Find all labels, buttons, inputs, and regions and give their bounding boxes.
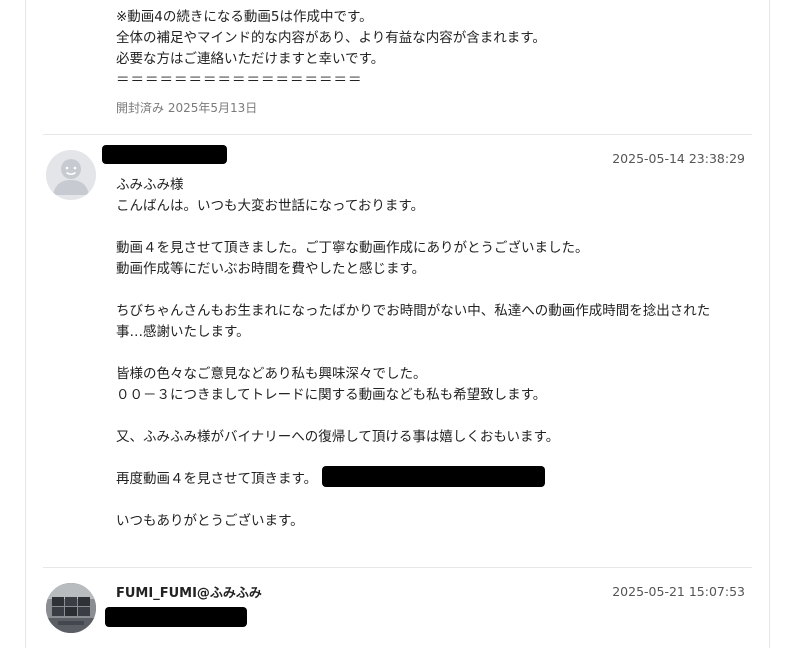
redacted-text [322, 466, 545, 487]
message-line: 事…感謝いたします。 [116, 324, 250, 340]
message-line: ふみふみ様 [116, 177, 184, 193]
message-divider [43, 567, 752, 568]
message-line: 再度動画４を見させて頂きます。 [116, 471, 318, 487]
default-user-icon[interactable] [46, 150, 96, 200]
read-status: 開封済み 2025年5月13日 [116, 101, 258, 115]
message-divider [43, 134, 752, 135]
default-user-icon-graphic [46, 150, 96, 200]
message-line: ちびちゃんさんもお生まれになったばかりでお時間がない中、私達への動画作成時間を捻… [116, 303, 711, 319]
message-line: 又、ふみふみ様がバイナリーへの復帰して頂ける事は嬉しくおもいます。 [116, 429, 560, 445]
message-thread-page: ※動画4の続きになる動画5は作成中です。 全体の補足やマインド的な内容があり、よ… [0, 0, 809, 648]
user-photo-avatar[interactable] [46, 583, 96, 633]
message-author: FUMI_FUMI@ふみふみ [116, 586, 262, 601]
redacted-text [105, 607, 247, 627]
user-photo-avatar-graphic [46, 583, 96, 633]
message-line: 全体の補足やマインド的な内容があり、より有益な内容が含まれます。 [116, 30, 546, 46]
message-line: 皆様の色々なご意見などあり私も興味深々でした。 [116, 366, 427, 382]
message-line: 動画４を見させて頂きました。ご丁寧な動画作成にありがとうございました。 [116, 240, 589, 256]
message-line: 動画作成等にだいぶお時間を費やしたと感じます。 [116, 261, 426, 277]
message-separator: ＝＝＝＝＝＝＝＝＝＝＝＝＝＝＝＝＝ [116, 72, 363, 88]
message-line: ※動画4の続きになる動画5は作成中です。 [116, 9, 373, 25]
message-timestamp: 2025-05-14 23:38:29 [612, 151, 745, 166]
message-timestamp: 2025-05-21 15:07:53 [612, 584, 745, 599]
message-line: こんばんは。いつも大変お世話になっております。 [116, 198, 425, 214]
message-line: いつもありがとうございます。 [116, 513, 304, 529]
message-line: ００－３につきましてトレードに関する動画なども私も希望致します。 [116, 387, 547, 403]
redacted-sender-name [102, 145, 227, 164]
message-line: 必要な方はご連絡いただけますと幸いです。 [116, 51, 385, 67]
